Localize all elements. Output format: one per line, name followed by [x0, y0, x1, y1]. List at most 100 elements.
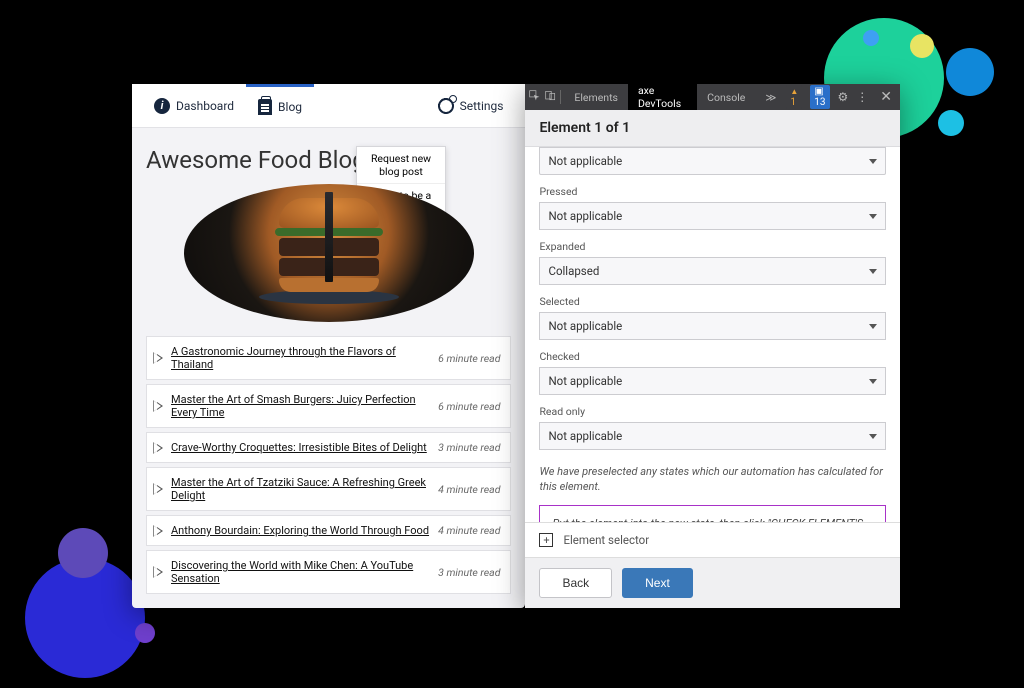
plus-icon: +	[539, 533, 553, 547]
post-link[interactable]: Crave-Worthy Croquettes: Irresistible Bi…	[171, 441, 438, 454]
field-select-selected[interactable]: Not applicable	[539, 312, 886, 340]
select-value: Not applicable	[548, 154, 622, 168]
post-link[interactable]: Master the Art of Tzatziki Sauce: A Refr…	[171, 476, 438, 502]
preselected-text: We have preselected any states which our…	[539, 464, 886, 495]
read-time: 3 minute read	[438, 566, 500, 579]
field-select-expanded[interactable]: Collapsed	[539, 257, 886, 285]
decor-bubble	[863, 30, 879, 46]
select-value: Not applicable	[548, 374, 622, 388]
nav-label: Blog	[278, 100, 302, 114]
field-checked: Checked Not applicable	[539, 350, 886, 395]
hero-image	[184, 184, 474, 322]
arrow-icon	[157, 402, 163, 410]
field-select-readonly[interactable]: Not applicable	[539, 422, 886, 450]
select-value: Not applicable	[548, 209, 622, 223]
chevron-down-icon	[869, 379, 877, 384]
field-selected: Selected Not applicable	[539, 295, 886, 340]
tabs-more[interactable]: ≫	[755, 84, 786, 110]
chevron-down-icon	[869, 214, 877, 219]
field-label: Selected	[539, 295, 886, 308]
chevron-down-icon	[869, 434, 877, 439]
field-readonly: Read only Not applicable	[539, 405, 886, 450]
page-title: Awesome Food Blog	[146, 146, 366, 174]
post-row: Discovering the World with Mike Chen: A …	[146, 550, 511, 594]
chevron-down-icon	[869, 269, 877, 274]
panel-footer: Back Next	[525, 557, 900, 608]
field-pressed: Pressed Not applicable	[539, 185, 886, 230]
select-value: Collapsed	[548, 264, 599, 278]
app-header: i Dashboard Blog Settings	[132, 84, 525, 128]
app-body: Awesome Food Blog Request new blog post …	[132, 128, 525, 608]
nav-blog[interactable]: Blog	[246, 84, 314, 127]
nav-settings[interactable]: Settings	[426, 84, 516, 127]
tab-console[interactable]: Console	[697, 84, 755, 110]
menu-item-request[interactable]: Request new blog post	[357, 147, 445, 184]
chevron-down-icon	[869, 324, 877, 329]
arrow-icon	[157, 354, 163, 362]
panel-heading: Element 1 of 1	[525, 110, 900, 147]
field-label: Checked	[539, 350, 886, 363]
field-expanded: Expanded Collapsed	[539, 240, 886, 285]
element-selector-label: Element selector	[563, 533, 649, 547]
next-button[interactable]: Next	[622, 568, 693, 598]
blog-app-window: i Dashboard Blog Settings Awesome Food B…	[132, 84, 525, 608]
decor-bubble	[946, 48, 994, 96]
post-link[interactable]: Discovering the World with Mike Chen: A …	[171, 559, 438, 585]
inspect-icon[interactable]	[529, 90, 540, 104]
element-selector-row[interactable]: + Element selector	[525, 522, 900, 557]
decor-bubble	[910, 34, 934, 58]
plate-shape	[259, 290, 399, 304]
callout-box: Put the element into the new state, then…	[539, 505, 886, 522]
read-time: 6 minute read	[438, 400, 500, 413]
panel-body: Not applicable Pressed Not applicable Ex…	[525, 147, 900, 522]
read-time: 3 minute read	[438, 441, 500, 454]
post-row: Anthony Bourdain: Exploring the World Th…	[146, 515, 511, 546]
nav-label: Dashboard	[176, 99, 234, 113]
nav-dashboard[interactable]: i Dashboard	[142, 84, 246, 127]
info-badge[interactable]: ▣ 13	[810, 85, 829, 109]
close-icon[interactable]: ✕	[876, 89, 896, 105]
arrow-icon	[157, 485, 163, 493]
arrow-icon	[157, 568, 163, 576]
arrow-icon	[157, 444, 163, 452]
clipboard-icon	[258, 99, 272, 115]
gear-icon[interactable]: ⚙	[838, 90, 849, 104]
decor-bubble	[938, 110, 964, 136]
read-time: 4 minute read	[438, 483, 500, 496]
tab-axe-devtools[interactable]: axe DevTools	[628, 84, 697, 110]
more-icon[interactable]: ⋮	[856, 90, 868, 104]
decor-bubble	[58, 528, 108, 578]
read-time: 6 minute read	[438, 352, 500, 365]
post-row: Master the Art of Tzatziki Sauce: A Refr…	[146, 467, 511, 511]
field-select-0[interactable]: Not applicable	[539, 147, 886, 175]
post-link[interactable]: Master the Art of Smash Burgers: Juicy P…	[171, 393, 438, 419]
post-row: A Gastronomic Journey through the Flavor…	[146, 336, 511, 380]
decor-bubble	[135, 623, 155, 643]
chevron-down-icon	[869, 159, 877, 164]
field-select-checked[interactable]: Not applicable	[539, 367, 886, 395]
tab-elements[interactable]: Elements	[564, 84, 628, 110]
info-icon: i	[154, 98, 170, 114]
post-link[interactable]: Anthony Bourdain: Exploring the World Th…	[171, 524, 438, 537]
select-value: Not applicable	[548, 319, 622, 333]
post-link[interactable]: A Gastronomic Journey through the Flavor…	[171, 345, 438, 371]
title-row: Awesome Food Blog Request new blog post …	[146, 146, 511, 174]
nav-label: Settings	[460, 99, 504, 113]
gear-icon	[438, 98, 454, 114]
devtools-panel: Elements axe DevTools Console ≫ 1 ▣ 13 ⚙…	[525, 84, 900, 608]
back-button[interactable]: Back	[539, 568, 612, 598]
arrow-icon	[157, 527, 163, 535]
field-label: Read only	[539, 405, 886, 418]
knife-shape	[325, 192, 333, 282]
field-label: Pressed	[539, 185, 886, 198]
select-value: Not applicable	[548, 429, 622, 443]
read-time: 4 minute read	[438, 524, 500, 537]
devtools-tabs: Elements axe DevTools Console ≫ 1 ▣ 13 ⚙…	[525, 84, 900, 110]
post-row: Master the Art of Smash Burgers: Juicy P…	[146, 384, 511, 428]
field-select-pressed[interactable]: Not applicable	[539, 202, 886, 230]
device-icon[interactable]	[545, 90, 556, 104]
warning-badge[interactable]: 1	[786, 85, 802, 109]
field-label: Expanded	[539, 240, 886, 253]
post-list: A Gastronomic Journey through the Flavor…	[146, 336, 511, 598]
post-row: Crave-Worthy Croquettes: Irresistible Bi…	[146, 432, 511, 463]
